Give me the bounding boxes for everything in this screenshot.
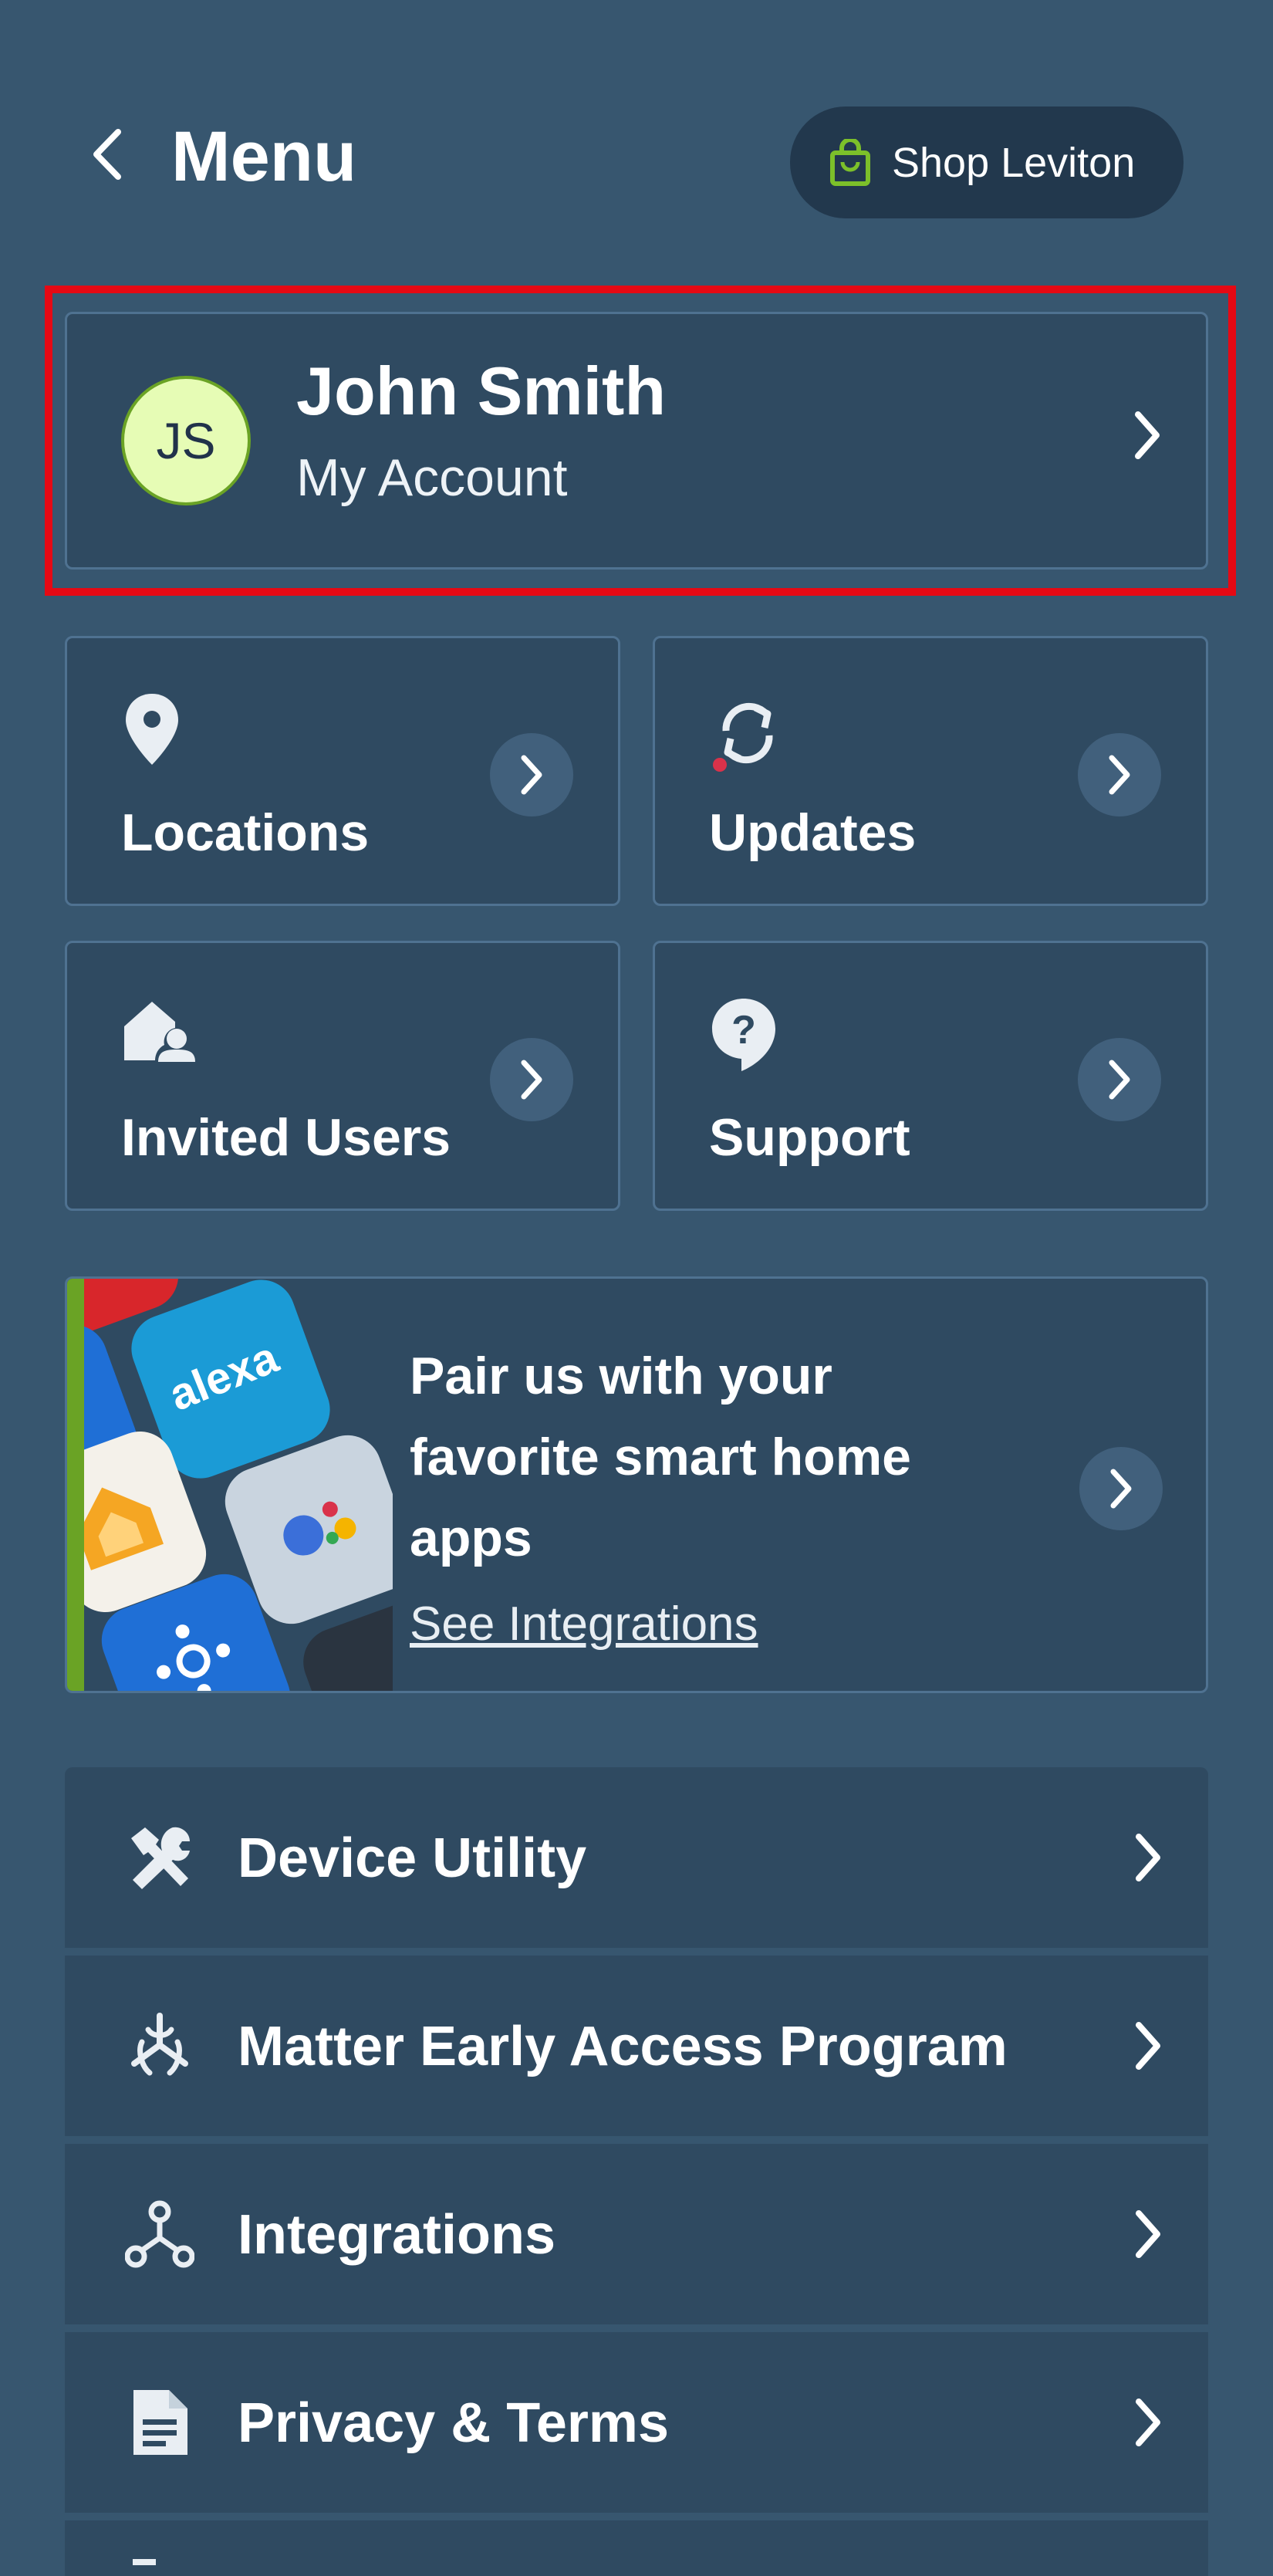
home-user-icon [124, 1002, 195, 1062]
chevron-right-icon [1136, 2210, 1160, 2258]
home-icon [84, 1487, 164, 1570]
see-integrations-link[interactable]: See Integrations [410, 1594, 758, 1655]
menu-item-label: Privacy & Terms [238, 2392, 669, 2454]
chevron-right-icon [521, 755, 542, 795]
menu-item-device-utility[interactable]: Device Utility [65, 1767, 1208, 1948]
smartthings-icon [157, 1624, 231, 1691]
tile-label: Support [709, 1108, 910, 1167]
account-name: John Smith [296, 353, 667, 429]
partial-icon [133, 2559, 156, 2565]
shopping-bag-icon [830, 138, 870, 186]
tile-label: Invited Users [121, 1108, 451, 1167]
chevron-right-icon [1110, 1469, 1132, 1509]
tile-chevron-button[interactable] [1078, 1038, 1161, 1121]
chevron-right-icon [1109, 755, 1130, 795]
shop-leviton-label: Shop Leviton [892, 139, 1136, 186]
tile-locations[interactable]: Locations [65, 636, 620, 906]
tile-support[interactable]: ? Support [653, 941, 1208, 1211]
tools-icon [125, 1823, 194, 1892]
avatar: JS [121, 376, 251, 505]
menu-item-privacy-terms[interactable]: Privacy & Terms [65, 2332, 1208, 2513]
chevron-right-icon [1135, 411, 1160, 459]
chevron-right-icon [521, 1060, 542, 1100]
menu-item-label: Device Utility [238, 1827, 587, 1889]
location-pin-icon [126, 694, 178, 765]
sync-update-icon [713, 702, 773, 772]
banner-chevron-button[interactable] [1079, 1447, 1163, 1530]
tile-label: Updates [709, 803, 917, 862]
page-title: Menu [171, 117, 357, 196]
shop-leviton-button[interactable]: Shop Leviton [790, 106, 1184, 218]
svg-text:?: ? [731, 1008, 756, 1053]
tile-updates[interactable]: Updates [653, 636, 1208, 906]
menu-item-partial[interactable] [65, 2520, 1208, 2576]
google-assistant-icon [283, 1501, 356, 1556]
back-button[interactable] [77, 123, 139, 185]
menu-item-integrations[interactable]: Integrations [65, 2144, 1208, 2324]
menu-item-label: Matter Early Access Program [238, 2016, 1008, 2077]
tile-chevron-button[interactable] [1078, 733, 1161, 816]
document-icon [125, 2388, 194, 2457]
chevron-left-icon [93, 129, 121, 180]
account-subtitle: My Account [296, 448, 568, 507]
tile-chevron-button[interactable] [490, 1038, 573, 1121]
banner-headline: Pair us with your favorite smart home ap… [410, 1347, 911, 1567]
alexa-logo-text: alexa [162, 1332, 285, 1421]
tile-chevron-button[interactable] [490, 733, 573, 816]
question-bubble-icon: ? [712, 999, 775, 1071]
my-account-card[interactable]: JS John Smith My Account [65, 312, 1208, 570]
menu-item-label: Integrations [238, 2204, 556, 2266]
chevron-right-icon [1136, 2022, 1160, 2070]
integrations-banner[interactable]: alexa Pair us with your favorite smart h… [65, 1276, 1208, 1693]
matter-icon [125, 2011, 194, 2081]
menu-item-matter-early-access[interactable]: Matter Early Access Program [65, 1956, 1208, 2136]
integrations-icon [125, 2199, 194, 2269]
tile-invited-users[interactable]: Invited Users [65, 941, 620, 1211]
banner-accent-bar [67, 1279, 84, 1691]
chevron-right-icon [1109, 1060, 1130, 1100]
chevron-right-icon [1136, 1834, 1160, 1881]
chevron-right-icon [1136, 2399, 1160, 2446]
tile-label: Locations [121, 803, 370, 862]
app-icons-collage: alexa [84, 1279, 393, 1691]
